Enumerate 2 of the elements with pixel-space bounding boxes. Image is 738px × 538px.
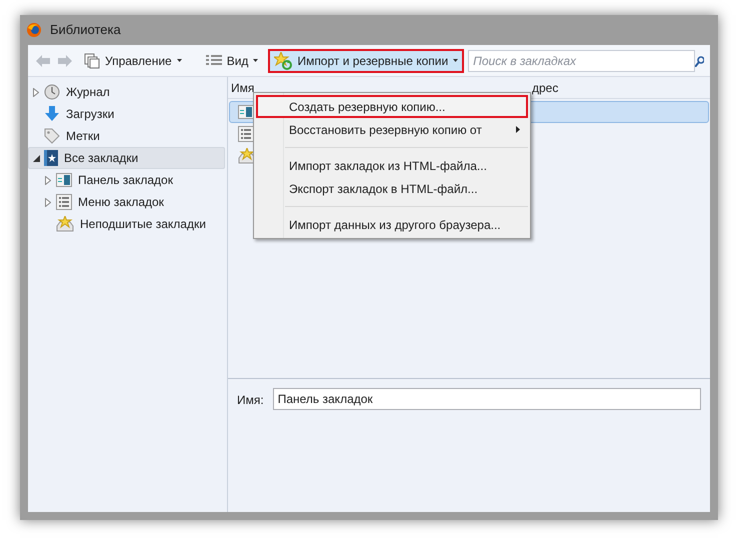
field-label: Имя: (237, 392, 264, 409)
window-title: Библиотека (50, 21, 121, 40)
